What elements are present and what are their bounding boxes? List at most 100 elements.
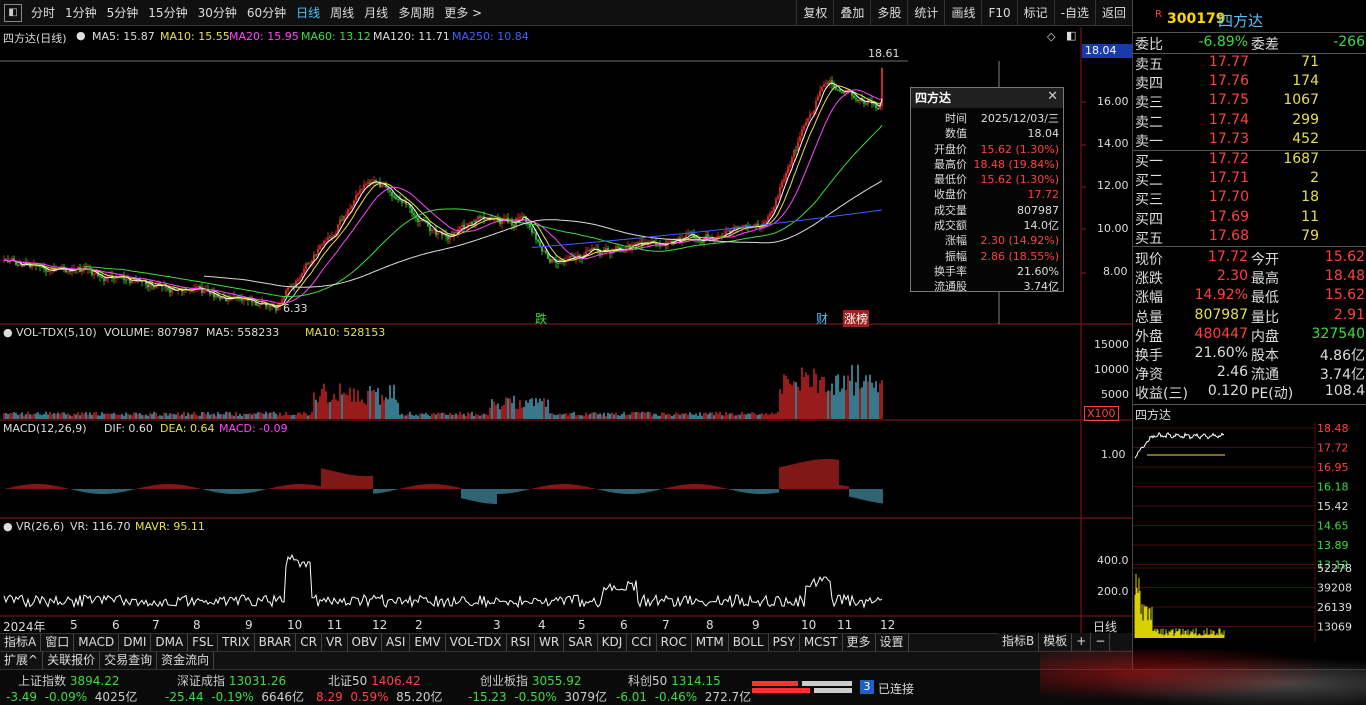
period-tab-9[interactable]: 多周期	[393, 4, 439, 21]
tool-button-2[interactable]: 多股	[870, 0, 907, 26]
index-name-row[interactable]: 创业板指 3055.92	[480, 672, 581, 689]
book-volume: 1687	[1283, 151, 1319, 167]
candle-body	[443, 235, 445, 236]
indicator-tab-15[interactable]: WR	[535, 634, 564, 651]
indicator-tab-2[interactable]: MACD	[74, 634, 119, 651]
close-icon[interactable]: ✕	[1047, 89, 1058, 104]
candle-body	[429, 226, 431, 231]
indicator-b-tab-2[interactable]: +	[1072, 633, 1091, 651]
popup-value: 3.74亿	[1024, 279, 1060, 294]
indicator-tab-18[interactable]: CCI	[627, 634, 656, 651]
sub-tab-1[interactable]: 关联报价	[43, 652, 100, 669]
indicator-tab-5[interactable]: FSL	[188, 634, 218, 651]
indicator-tab-11[interactable]: ASI	[382, 634, 410, 651]
candle-body	[317, 249, 319, 255]
tool-button-1[interactable]: 叠加	[833, 0, 870, 26]
indicator-tab-3[interactable]: DMI	[119, 634, 151, 651]
book-row[interactable]: 买四 17.69 11	[1133, 209, 1366, 228]
indicator-b-tab-1[interactable]: 模板	[1039, 633, 1072, 651]
candle-body	[517, 218, 519, 219]
vr-settings-icon[interactable]: ●	[3, 520, 13, 533]
sub-tab-0[interactable]: 扩展^	[0, 652, 43, 669]
indicator-tab-10[interactable]: OBV	[348, 634, 383, 651]
index-name-row[interactable]: 上证指数 3894.22	[18, 672, 119, 689]
book-row[interactable]: 买三 17.70 18	[1133, 189, 1366, 208]
book-row[interactable]: 买一 17.72 1687	[1133, 151, 1366, 170]
indicator-b-tab-3[interactable]: −	[1091, 633, 1110, 651]
tool-button-5[interactable]: F10	[981, 0, 1016, 26]
marker-finance[interactable]: 财	[816, 310, 828, 327]
marker-fall[interactable]: 跌	[535, 310, 547, 327]
indicator-tab-12[interactable]: EMV	[410, 634, 445, 651]
indicator-tab-1[interactable]: 窗口	[41, 634, 74, 651]
index-name-row[interactable]: 北证50 1406.42	[328, 672, 421, 689]
high-price-label: 18.61	[868, 47, 900, 60]
index-name: 上证指数	[18, 674, 66, 688]
indicator-tab-8[interactable]: CR	[296, 634, 322, 651]
weibi-value: -6.89%	[1198, 34, 1248, 50]
indicator-tab-16[interactable]: SAR	[564, 634, 597, 651]
period-tab-7[interactable]: 周线	[325, 4, 359, 21]
period-tab-10[interactable]: 更多 >	[439, 4, 487, 21]
book-row[interactable]: 卖二 17.74 299	[1133, 112, 1366, 131]
book-row[interactable]: 买五 17.68 79	[1133, 228, 1366, 247]
period-tab-8[interactable]: 月线	[359, 4, 393, 21]
tool-button-0[interactable]: 复权	[796, 0, 833, 26]
period-tab-6[interactable]: 日线	[291, 4, 325, 21]
sub-tab-2[interactable]: 交易查询	[100, 652, 157, 669]
book-row[interactable]: 买二 17.71 2	[1133, 170, 1366, 189]
candle-body	[751, 228, 753, 229]
period-tab-3[interactable]: 15分钟	[143, 4, 192, 21]
indicator-tab-20[interactable]: MTM	[692, 634, 729, 651]
index-name-row[interactable]: 科创50 1314.15	[628, 672, 721, 689]
sub-tab-3[interactable]: 资金流向	[157, 652, 214, 669]
book-row[interactable]: 卖一 17.73 452	[1133, 131, 1366, 150]
book-price: 17.72	[1209, 151, 1249, 167]
book-row[interactable]: 卖三 17.75 1067	[1133, 92, 1366, 111]
indicator-tab-4[interactable]: DMA	[151, 634, 188, 651]
book-row[interactable]: 卖四 17.76 174	[1133, 73, 1366, 92]
candle-body	[167, 288, 169, 290]
indicator-tab-25[interactable]: 设置	[876, 634, 909, 651]
tool-button-8[interactable]: 返回	[1095, 0, 1132, 26]
indicator-tab-19[interactable]: ROC	[657, 634, 692, 651]
indicator-tab-7[interactable]: BRAR	[255, 634, 297, 651]
book-row[interactable]: 卖五 17.77 71	[1133, 54, 1366, 73]
indicator-tab-6[interactable]: TRIX	[218, 634, 254, 651]
indicator-tab-9[interactable]: VR	[322, 634, 348, 651]
popup-key: 成交量	[915, 203, 967, 218]
period-tab-0[interactable]: 分时	[26, 4, 60, 21]
indicator-tab-22[interactable]: PSY	[769, 634, 800, 651]
menu-icon[interactable]: ◧	[4, 4, 22, 22]
book-label: 买三	[1135, 189, 1163, 209]
pane-toggle-icon[interactable]: ◧	[1066, 29, 1076, 42]
period-tab-4[interactable]: 30分钟	[193, 4, 242, 21]
tool-button-4[interactable]: 画线	[944, 0, 981, 26]
indicator-tab-23[interactable]: MCST	[800, 634, 843, 651]
marker-limit-list[interactable]: 涨榜	[843, 310, 869, 327]
indicator-tab-0[interactable]: 指标A	[0, 634, 41, 651]
intraday-mini-chart[interactable]: 18.4817.7216.9516.1815.4214.6513.8913.12…	[1133, 422, 1366, 668]
period-tab-1[interactable]: 1分钟	[60, 4, 102, 21]
indicator-tab-24[interactable]: 更多	[843, 634, 876, 651]
indicator-b-tab-0[interactable]: 指标B	[998, 633, 1039, 651]
tool-button-6[interactable]: 标记	[1017, 0, 1054, 26]
candle-body	[513, 225, 515, 226]
main-settings-icon[interactable]: ●	[76, 29, 86, 42]
connection-status[interactable]: 已连接	[878, 680, 914, 697]
tool-button-7[interactable]: -自选	[1054, 0, 1095, 26]
period-tab-2[interactable]: 5分钟	[102, 4, 144, 21]
diamond-icon[interactable]: ◇	[1047, 30, 1055, 43]
x-tick: 3	[493, 618, 501, 632]
indicator-tab-14[interactable]: RSI	[507, 634, 536, 651]
index-name: 深证成指	[177, 674, 225, 688]
period-tab-5[interactable]: 60分钟	[242, 4, 291, 21]
index-name-row[interactable]: 深证成指 13031.26	[177, 672, 286, 689]
tool-button-3[interactable]: 统计	[907, 0, 944, 26]
candle-body	[813, 111, 815, 114]
indicator-tab-21[interactable]: BOLL	[729, 634, 769, 651]
mini-vol-tick: 13069	[1317, 621, 1352, 634]
indicator-tab-13[interactable]: VOL-TDX	[446, 634, 507, 651]
vol-settings-icon[interactable]: ●	[3, 326, 13, 339]
indicator-tab-17[interactable]: KDJ	[598, 634, 628, 651]
